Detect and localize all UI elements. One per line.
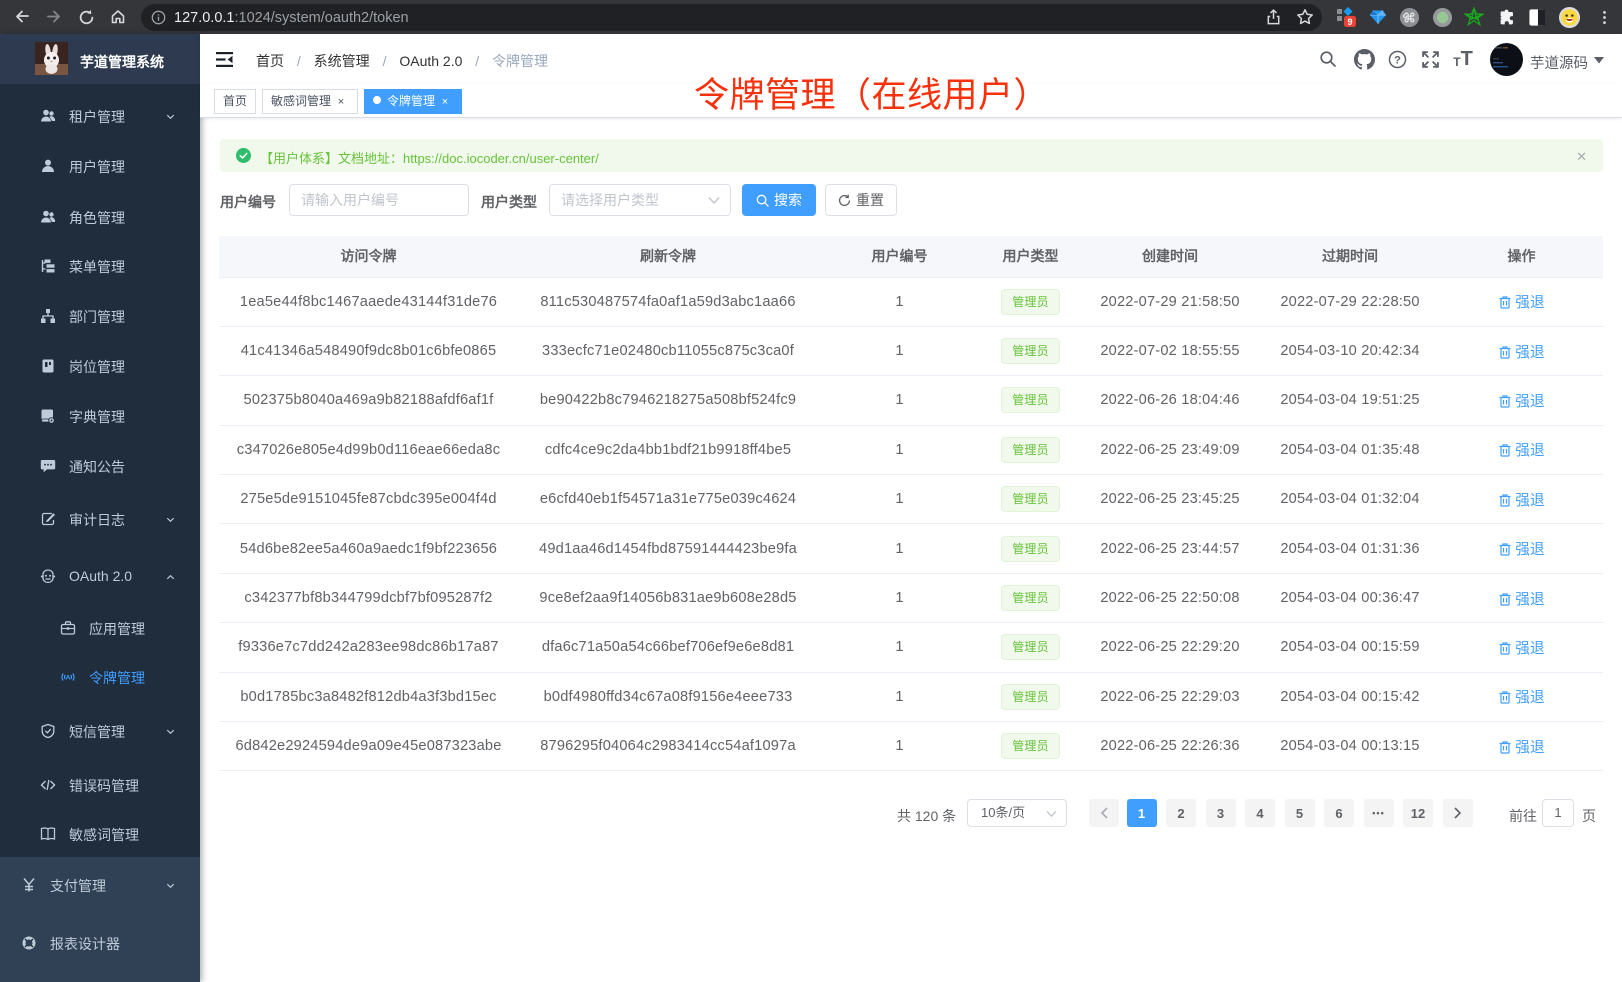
svg-text:A: A [66, 675, 71, 682]
svg-text:9: 9 [1347, 17, 1352, 27]
svg-text:?: ? [1394, 54, 1401, 66]
